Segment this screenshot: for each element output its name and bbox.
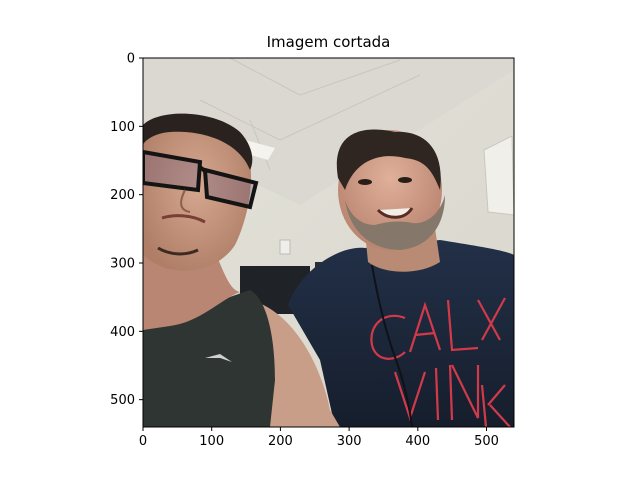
- x-tick-label: 400: [405, 434, 430, 449]
- x-tick-label: 500: [474, 434, 499, 449]
- y-axis: 0 100 200 300 400 500: [110, 52, 143, 408]
- image-plot: 0 100 200 300 400 500 0 100 200 300 400 500: [110, 52, 515, 449]
- photo: [143, 58, 514, 427]
- y-tick-label: 0: [127, 52, 135, 67]
- y-tick-label: 400: [110, 325, 135, 340]
- y-tick-label: 500: [110, 393, 135, 408]
- x-tick-label: 200: [268, 434, 293, 449]
- x-tick-label: 300: [337, 434, 362, 449]
- figure: Imagem cortada 0 100 200 300 400 500 0 1…: [0, 0, 640, 480]
- wall-poster: [483, 135, 514, 216]
- y-tick-label: 100: [110, 120, 135, 135]
- y-tick-label: 200: [110, 188, 135, 203]
- x-tick-label: 0: [139, 434, 147, 449]
- x-tick-label: 100: [199, 434, 224, 449]
- x-axis: 0 100 200 300 400 500: [139, 427, 499, 449]
- y-tick-label: 300: [110, 257, 135, 272]
